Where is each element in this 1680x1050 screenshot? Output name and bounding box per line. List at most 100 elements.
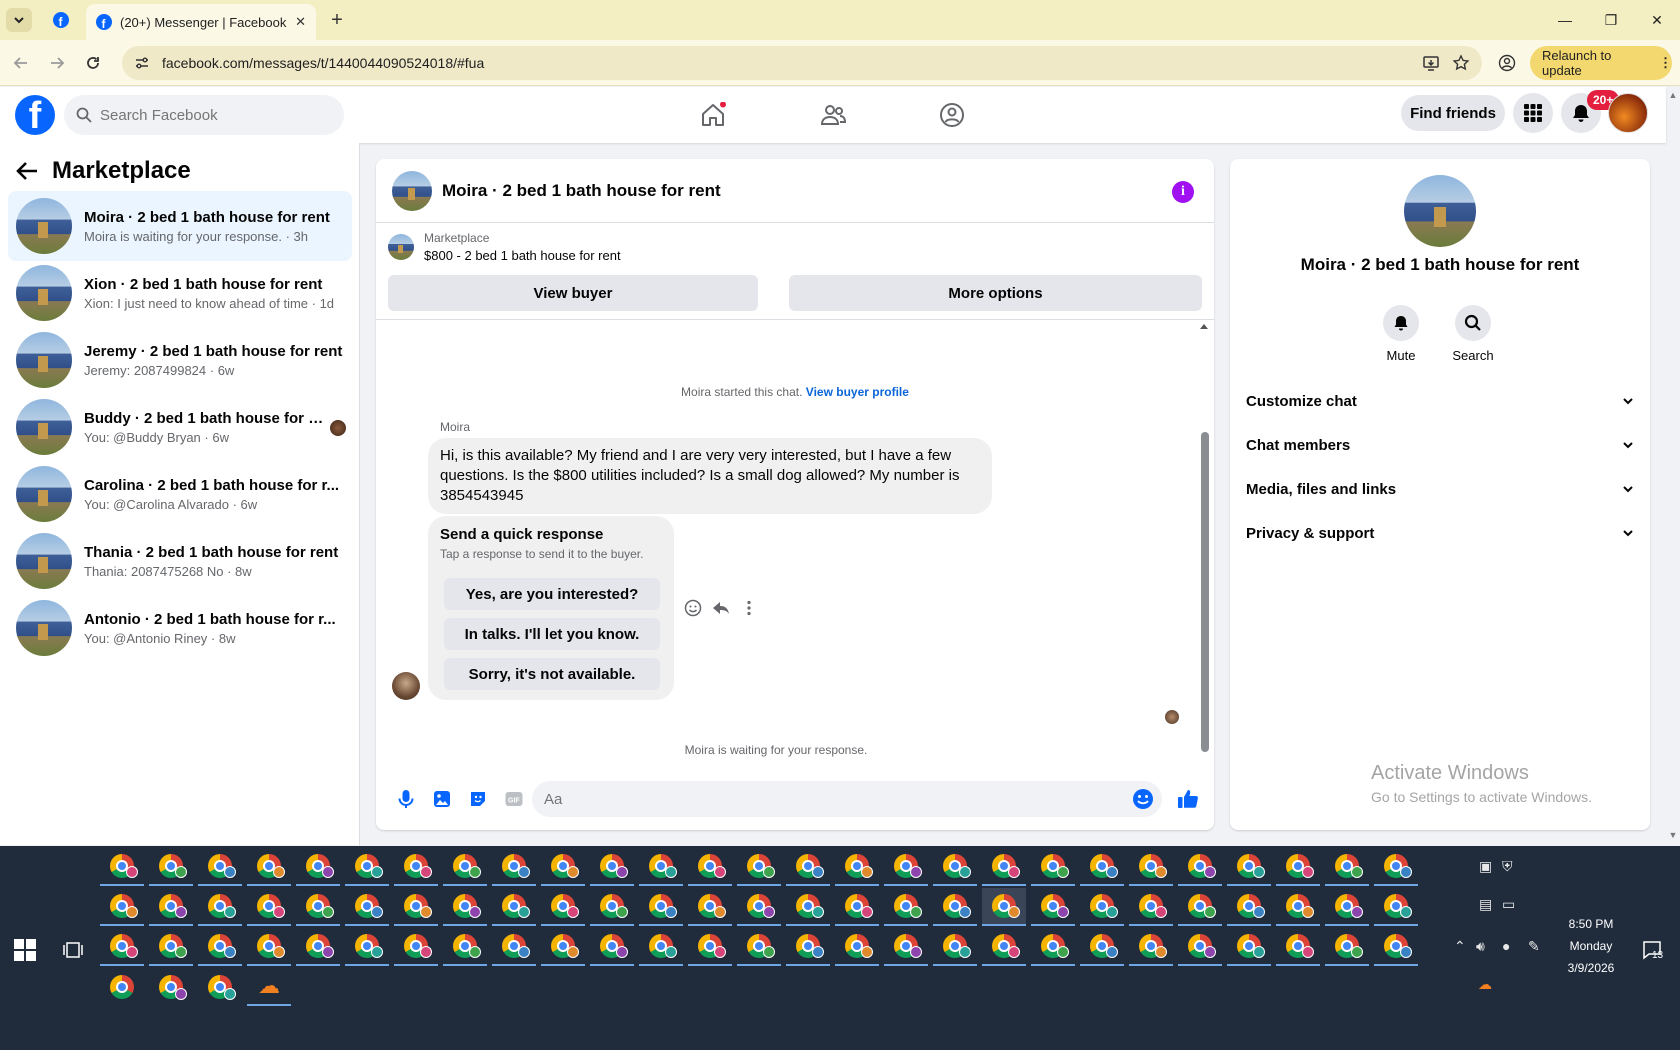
taskbar-chrome-window[interactable] (835, 928, 879, 966)
details-avatar[interactable] (1404, 175, 1476, 247)
search-box[interactable] (64, 95, 344, 135)
taskbar-chrome-window[interactable] (639, 928, 683, 966)
task-view-icon[interactable] (62, 939, 84, 961)
install-app-icon[interactable] (1422, 54, 1440, 72)
address-bar[interactable]: facebook.com/messages/t/1440044090524018… (122, 46, 1482, 80)
taskbar-chrome-window[interactable] (1080, 888, 1124, 926)
taskbar-chrome-window[interactable] (884, 928, 928, 966)
page-scroll-up-icon[interactable]: ▲ (1666, 90, 1680, 100)
taskbar-chrome-window[interactable] (737, 848, 781, 886)
taskbar-chrome-window[interactable] (198, 968, 242, 1006)
taskbar-chrome-window[interactable] (590, 928, 634, 966)
taskbar-chrome-window[interactable] (1325, 928, 1369, 966)
chat-avatar[interactable] (392, 170, 432, 211)
taskbar-chrome-window[interactable] (884, 888, 928, 926)
tray-app-icon[interactable]: ▤ (1479, 896, 1492, 913)
view-buyer-profile-link[interactable]: View buyer profile (806, 385, 909, 399)
conversation-item[interactable]: Moira · 2 bed 1 bath house for rent Moira… (8, 191, 352, 261)
back-button[interactable] (8, 50, 34, 76)
site-settings-icon[interactable] (134, 55, 150, 71)
taskbar-chrome-window[interactable] (590, 848, 634, 886)
taskbar-chrome-window[interactable] (1178, 888, 1222, 926)
taskbar-chrome-window[interactable] (100, 888, 144, 926)
taskbar-chrome-window[interactable] (198, 928, 242, 966)
taskbar-chrome-window[interactable] (247, 848, 291, 886)
taskbar-chrome-window[interactable] (149, 928, 193, 966)
taskbar-chrome-window[interactable] (100, 848, 144, 886)
tab-search-button[interactable] (6, 8, 32, 32)
taskbar-chrome-window[interactable] (688, 848, 732, 886)
taskbar-chrome-window[interactable] (1276, 888, 1320, 926)
taskbar-chrome-window[interactable] (443, 888, 487, 926)
taskbar-chrome-window[interactable] (688, 888, 732, 926)
taskbar-chrome-window[interactable] (1276, 848, 1320, 886)
conversation-item[interactable]: Jeremy · 2 bed 1 bath house for rent Jere… (8, 325, 352, 395)
taskbar-chrome-window[interactable] (198, 848, 242, 886)
taskbar-chrome-window[interactable] (1276, 928, 1320, 966)
taskbar-chrome-window[interactable] (492, 928, 536, 966)
message-bubble[interactable]: Hi, is this available? My friend and I a… (428, 438, 992, 514)
listing-summary[interactable]: Marketplace $800 - 2 bed 1 bath house fo… (388, 231, 621, 263)
tray-app-icon[interactable]: ● (1502, 938, 1510, 954)
find-friends-button[interactable]: Find friends (1401, 95, 1505, 131)
section-customize-chat[interactable]: Customize chat (1246, 381, 1634, 421)
chat-scrollbar-thumb[interactable] (1201, 432, 1209, 752)
taskbar-chrome-window[interactable] (394, 928, 438, 966)
taskbar-chrome-window[interactable] (786, 928, 830, 966)
system-clock[interactable]: 8:50 PM Monday 3/9/2026 (1548, 913, 1634, 979)
taskbar-chrome-window[interactable] (1129, 928, 1173, 966)
taskbar-chrome-window[interactable] (1080, 928, 1124, 966)
security-shield-icon[interactable]: ⛨ (1502, 858, 1513, 875)
mute-action[interactable]: Mute (1371, 305, 1431, 363)
tray-network-icon[interactable]: ▭ (1502, 896, 1515, 913)
info-icon[interactable]: i (1172, 181, 1194, 203)
more-options-button[interactable]: More options (789, 275, 1202, 311)
minimize-button[interactable]: — (1542, 0, 1588, 40)
taskbar-chrome-window[interactable] (247, 888, 291, 926)
taskbar-chrome-window[interactable] (737, 928, 781, 966)
taskbar-chrome-window[interactable] (1227, 848, 1271, 886)
taskbar-chrome-window[interactable] (1129, 848, 1173, 886)
volume-icon[interactable]: 🔊︎ (1476, 938, 1485, 955)
tab-messenger[interactable]: f (20+) Messenger | Facebook ✕ (86, 4, 316, 40)
gif-button[interactable]: GIF (496, 781, 532, 817)
forward-button[interactable] (44, 50, 70, 76)
taskbar-chrome-window[interactable] (1129, 888, 1173, 926)
taskbar-chrome-window[interactable] (394, 888, 438, 926)
taskbar-chrome-window[interactable] (639, 888, 683, 926)
windows-start-icon[interactable] (14, 939, 36, 961)
message-input[interactable] (544, 790, 1104, 808)
react-smiley-icon[interactable] (684, 599, 702, 617)
tab-close-icon[interactable]: ✕ (295, 14, 306, 30)
view-buyer-button[interactable]: View buyer (388, 275, 758, 311)
taskbar-chrome-window[interactable] (198, 888, 242, 926)
taskbar-chrome-window[interactable] (149, 848, 193, 886)
taskbar-chrome-window[interactable] (100, 928, 144, 966)
nav-groups[interactable] (932, 95, 972, 135)
taskbar-chrome-window[interactable] (1031, 848, 1075, 886)
taskbar-chrome-window[interactable] (982, 848, 1026, 886)
search-in-chat-action[interactable]: Search (1443, 305, 1503, 363)
more-vert-icon[interactable] (740, 599, 758, 617)
taskbar-chrome-window[interactable] (345, 888, 389, 926)
conversation-item[interactable]: Antonio · 2 bed 1 bath house for r... You… (8, 593, 352, 663)
quick-response-button[interactable]: Sorry, it's not available. (444, 658, 660, 690)
taskbar-chrome-window[interactable] (1031, 928, 1075, 966)
chat-title[interactable]: Moira · 2 bed 1 bath house for rent (442, 181, 721, 201)
reload-button[interactable] (80, 50, 106, 76)
taskbar-chrome-window[interactable] (1325, 848, 1369, 886)
taskbar-chrome-window[interactable] (247, 928, 291, 966)
voice-clip-button[interactable] (388, 781, 424, 817)
conversation-item[interactable]: Xion · 2 bed 1 bath house for rent Xion: … (8, 258, 352, 328)
taskbar-chrome-window[interactable] (933, 888, 977, 926)
taskbar-chrome-window[interactable] (1080, 848, 1124, 886)
taskbar-chrome-window[interactable] (982, 928, 1026, 966)
taskbar-chrome-window[interactable] (1374, 848, 1418, 886)
relaunch-button[interactable]: Relaunch to update ⋮ (1530, 46, 1672, 80)
nav-friends[interactable] (813, 95, 853, 135)
taskbar-chrome-window[interactable] (541, 928, 585, 966)
taskbar-chrome-window[interactable] (835, 848, 879, 886)
taskbar-chrome-window[interactable] (933, 928, 977, 966)
taskbar-chrome-window[interactable] (296, 848, 340, 886)
quick-response-button[interactable]: Yes, are you interested? (444, 578, 660, 610)
